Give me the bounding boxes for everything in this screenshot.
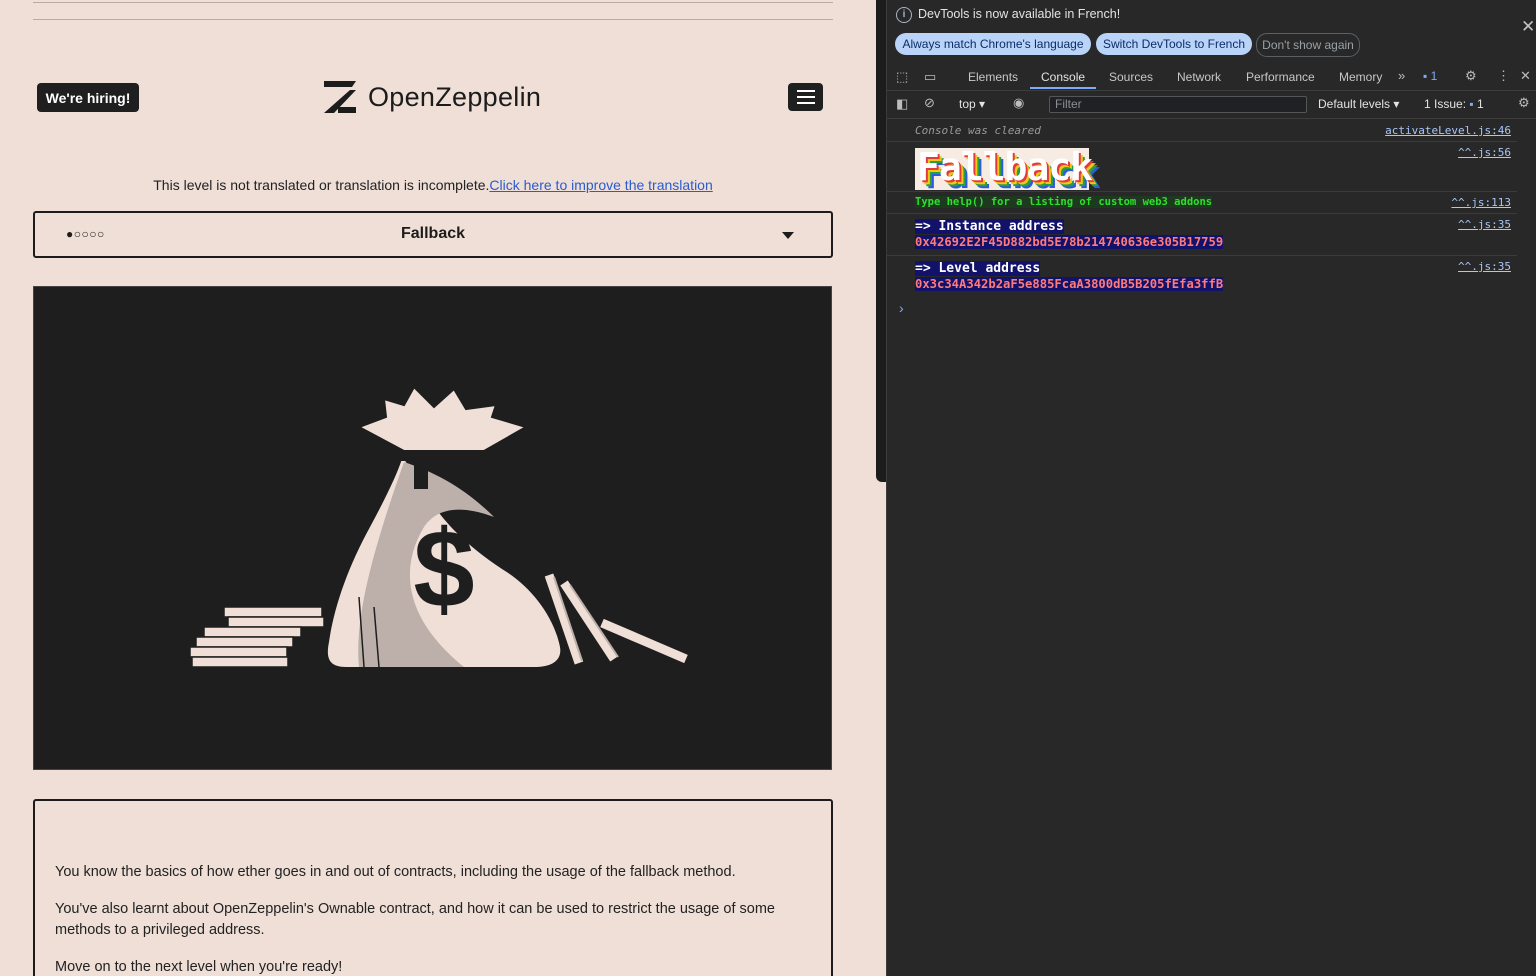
context-value: top <box>959 97 976 111</box>
close-devtools-icon[interactable]: ✕ <box>1520 68 1531 84</box>
log-levels-label: Default levels <box>1318 97 1391 111</box>
console-toolbar: ◧ ⊘ top ▾ ◉ Filter Default levels ▾ 1 Is… <box>887 91 1536 119</box>
tab-elements[interactable]: Elements <box>968 70 1018 84</box>
settings-gear-icon[interactable]: ⚙ <box>1465 68 1477 84</box>
description-paragraph: You've also learnt about OpenZeppelin's … <box>55 901 775 938</box>
source-link[interactable]: ^^.js:56 <box>1458 146 1511 159</box>
console-input[interactable]: › <box>887 298 1517 322</box>
hiring-button[interactable]: We're hiring! <box>37 83 139 112</box>
clear-console-icon[interactable]: ⊘ <box>924 95 935 111</box>
dollar-sign-icon: $ <box>413 508 474 631</box>
active-tab-indicator <box>1030 87 1096 89</box>
more-tabs-icon[interactable]: » <box>1398 68 1405 83</box>
tab-memory[interactable]: Memory <box>1339 70 1382 84</box>
language-infobar: i DevTools is now available in French! ✕… <box>887 0 1536 64</box>
money-bag-illustration: $ <box>189 385 688 668</box>
tab-sources[interactable]: Sources <box>1109 70 1153 84</box>
level-description: You know the basics of how ether goes in… <box>33 799 833 976</box>
divider <box>33 2 833 3</box>
source-link[interactable]: activateLevel.js:46 <box>1385 124 1511 137</box>
instance-address-value[interactable]: 0x42692E2F45D882bd5E78b214740636e305B177… <box>915 235 1224 249</box>
openzeppelin-logo-icon <box>324 81 356 113</box>
sticks-icon <box>544 573 688 665</box>
openzeppelin-logo[interactable]: OpenZeppelin <box>322 79 541 115</box>
filter-input[interactable]: Filter <box>1049 96 1307 113</box>
console-settings-icon[interactable]: ⚙ <box>1518 95 1530 111</box>
fallback-banner: Fallback <box>917 145 1093 189</box>
close-icon[interactable]: ✕ <box>1521 17 1535 37</box>
instance-address-label: => Instance address <box>915 219 1064 234</box>
level-title: Fallback <box>400 225 466 242</box>
caret-down-icon <box>782 232 794 239</box>
source-link[interactable]: ^^.js:35 <box>1458 260 1511 273</box>
devtools-tabbar: ⬚ ▭ Elements Console Sources Network Per… <box>887 64 1536 91</box>
context-selector[interactable]: top ▾ <box>959 97 985 111</box>
console-message: => Instance address 0x42692E2F45D882bd5E… <box>887 214 1517 256</box>
source-link[interactable]: ^^.js:113 <box>1451 196 1511 209</box>
switch-french-button[interactable]: Switch DevTools to French <box>1096 33 1252 55</box>
level-selector[interactable]: ●○○○○ Fallback <box>33 211 833 258</box>
console-message: Console was cleared activateLevel.js:46 <box>887 120 1517 142</box>
console-message: Fallback ^^.js:56 <box>887 142 1517 192</box>
issues-label: 1 Issue: <box>1424 97 1467 111</box>
inspect-element-icon[interactable]: ⬚ <box>896 69 908 85</box>
help-text: Type help() for a listing of custom web3… <box>915 196 1213 208</box>
tab-network[interactable]: Network <box>1177 70 1221 84</box>
messages-count: 1 <box>1430 69 1438 83</box>
hamburger-menu-icon[interactable] <box>788 83 823 111</box>
description-paragraph: You know the basics of how ether goes in… <box>55 864 736 880</box>
console-message: => Level address 0x3c34A342b2aF5e885FcaA… <box>887 256 1517 297</box>
ethernaut-page: We're hiring! OpenZeppelin This level is… <box>0 0 886 976</box>
live-expression-eye-icon[interactable]: ◉ <box>1013 95 1024 111</box>
level-address-label: => Level address <box>915 261 1041 276</box>
dont-show-again-button[interactable]: Don't show again <box>1256 33 1360 57</box>
improve-translation-link[interactable]: Click here to improve the translation <box>489 177 712 193</box>
console-message: Type help() for a listing of custom web3… <box>887 192 1517 214</box>
issues-count: 1 <box>1476 97 1484 111</box>
sidebar-toggle-icon[interactable]: ◧ <box>896 96 908 112</box>
infobar-message: DevTools is now available in French! <box>918 7 1121 21</box>
tab-performance[interactable]: Performance <box>1246 70 1315 84</box>
messages-icon[interactable]: ▪ 1 <box>1423 69 1437 83</box>
description-paragraph: Move on to the next level when you're re… <box>55 959 343 975</box>
device-toolbar-icon[interactable]: ▭ <box>924 69 936 85</box>
more-options-icon[interactable]: ⋮ <box>1497 68 1510 84</box>
tab-console[interactable]: Console <box>1041 70 1085 84</box>
issues-counter[interactable]: 1 Issue: ▪ 1 <box>1424 97 1484 111</box>
level-address-value[interactable]: 0x3c34A342b2aF5e885FcaA3800dB5B205fEfa3f… <box>915 277 1224 291</box>
translation-notice: This level is not translated or translat… <box>0 177 866 193</box>
match-language-button[interactable]: Always match Chrome's language <box>895 33 1091 55</box>
info-icon: i <box>896 7 912 23</box>
coin-stack-icon <box>189 606 325 668</box>
devtools-panel: i DevTools is now available in French! ✕… <box>886 0 1536 976</box>
log-levels-dropdown[interactable]: Default levels ▾ <box>1318 97 1399 111</box>
notice-text: This level is not translated or translat… <box>153 177 490 193</box>
console-cleared-text: Console was cleared <box>915 124 1041 137</box>
logo-text: OpenZeppelin <box>368 81 542 112</box>
source-link[interactable]: ^^.js:35 <box>1458 218 1511 231</box>
level-illustration: $ <box>33 286 832 770</box>
prompt-chevron-icon: › <box>899 300 904 316</box>
resize-handle[interactable] <box>876 0 886 482</box>
divider <box>33 19 833 20</box>
